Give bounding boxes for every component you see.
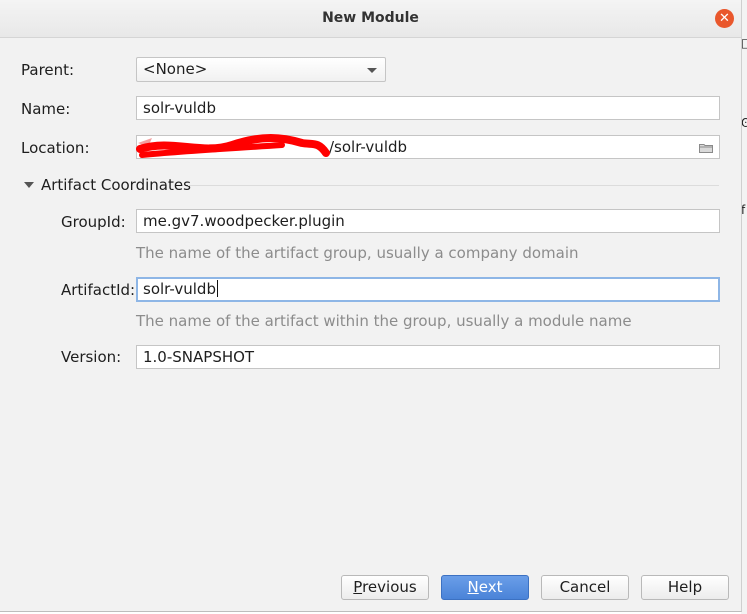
version-label: Version:	[61, 348, 122, 366]
next-mnemonic: N	[467, 578, 479, 596]
parent-label: Parent:	[21, 61, 75, 79]
version-input[interactable]: 1.0-SNAPSHOT	[136, 345, 720, 369]
location-label: Location:	[21, 139, 90, 157]
chevron-down-icon	[367, 68, 377, 73]
artifactid-input-value: solr-vuldb	[143, 280, 216, 298]
groupid-label: GroupId:	[61, 213, 126, 231]
text-caret	[216, 280, 218, 297]
name-input[interactable]: solr-vuldb	[136, 96, 720, 120]
groupid-hint: The name of the artifact group, usually …	[136, 244, 579, 262]
redaction-scribble	[136, 134, 330, 158]
next-button[interactable]: Next	[441, 575, 529, 600]
name-label: Name:	[21, 100, 71, 118]
version-input-value: 1.0-SNAPSHOT	[143, 348, 255, 366]
previous-label-rest: revious	[362, 578, 417, 596]
previous-mnemonic: P	[353, 578, 363, 596]
help-button[interactable]: Help	[641, 575, 729, 600]
collapse-triangle-icon[interactable]	[24, 182, 34, 188]
location-input-value: /solr-vuldb	[329, 138, 408, 156]
groupid-input[interactable]: me.gv7.woodpecker.plugin	[136, 209, 720, 233]
close-button[interactable]: ✕	[715, 9, 734, 28]
dialog-title: New Module	[322, 10, 419, 26]
groupid-input-value: me.gv7.woodpecker.plugin	[143, 212, 345, 230]
title-bar: New Module ✕	[0, 0, 741, 38]
artifactid-hint: The name of the artifact within the grou…	[136, 312, 632, 330]
artifactid-label: ArtifactId:	[61, 281, 136, 299]
cancel-button[interactable]: Cancel	[541, 575, 629, 600]
next-label-rest: ext	[478, 578, 503, 596]
previous-button[interactable]: Previous	[341, 575, 429, 600]
name-input-value: solr-vuldb	[143, 99, 216, 117]
folder-icon[interactable]	[699, 143, 713, 153]
artifactid-input[interactable]: solr-vuldb	[136, 277, 720, 302]
parent-select-value: <None>	[143, 60, 208, 78]
section-divider	[188, 185, 719, 186]
new-module-dialog: New Module ✕ Parent: <None> Name: solr-v…	[0, 0, 742, 612]
artifact-section-title[interactable]: Artifact Coordinates	[41, 176, 191, 194]
parent-select[interactable]: <None>	[136, 57, 386, 82]
